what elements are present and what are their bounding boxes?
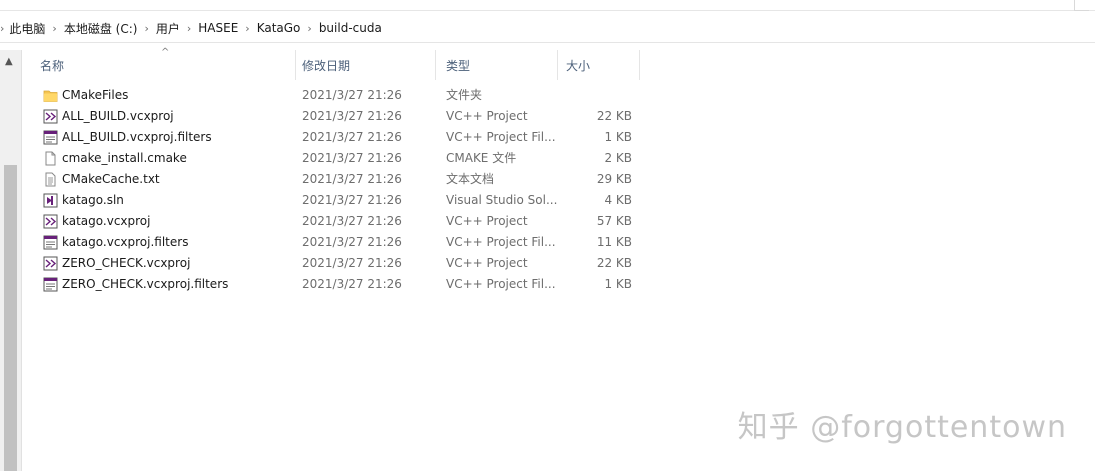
file-type: VC++ Project bbox=[446, 214, 528, 228]
file-row[interactable]: CMakeCache.txt 2021/3/27 21:26 文本文档 29 K… bbox=[30, 169, 640, 190]
breadcrumb-this-pc[interactable]: 此电脑 bbox=[9, 20, 45, 37]
file-size: 57 KB bbox=[596, 214, 632, 228]
file-row[interactable]: katago.sln 2021/3/27 21:26 Visual Studio… bbox=[30, 190, 640, 211]
file-date: 2021/3/27 21:26 bbox=[302, 193, 402, 207]
file-type: CMAKE 文件 bbox=[446, 151, 517, 165]
file-name: cmake_install.cmake bbox=[62, 151, 187, 165]
file-date: 2021/3/27 21:26 bbox=[302, 130, 402, 144]
nav-pane-scrollbar[interactable]: ▲ bbox=[0, 50, 22, 471]
file-size: 1 KB bbox=[604, 277, 632, 291]
file-name: CMakeCache.txt bbox=[62, 172, 160, 186]
file-size: 1 KB bbox=[604, 130, 632, 144]
breadcrumb-hasee[interactable]: HASEE bbox=[198, 21, 238, 35]
file-type: VC++ Project Fil... bbox=[446, 277, 556, 291]
breadcrumb-local-disk[interactable]: 本地磁盘 (C:) bbox=[64, 20, 138, 37]
chevron-right-icon[interactable]: › bbox=[300, 22, 318, 35]
file-row[interactable]: CMakeFiles 2021/3/27 21:26 文件夹 bbox=[30, 85, 640, 106]
breadcrumb-katago[interactable]: KataGo bbox=[257, 21, 301, 35]
blank-file-icon bbox=[45, 151, 56, 166]
file-date: 2021/3/27 21:26 bbox=[302, 109, 402, 123]
file-size: 22 KB bbox=[596, 109, 632, 123]
file-row[interactable]: katago.vcxproj.filters 2021/3/27 21:26 V… bbox=[30, 232, 640, 253]
file-size: 11 KB bbox=[596, 235, 632, 249]
file-name: katago.vcxproj bbox=[62, 214, 151, 228]
file-date: 2021/3/27 21:26 bbox=[302, 235, 402, 249]
file-row[interactable]: cmake_install.cmake 2021/3/27 21:26 CMAK… bbox=[30, 148, 640, 169]
file-name: katago.sln bbox=[62, 193, 124, 207]
file-type: 文本文档 bbox=[446, 172, 495, 186]
breadcrumb-users[interactable]: 用户 bbox=[156, 20, 180, 37]
file-size: 22 KB bbox=[596, 256, 632, 270]
column-header-name-label: 名称 bbox=[40, 58, 65, 73]
vcxproj-icon bbox=[43, 109, 58, 124]
vcxproj-icon bbox=[43, 214, 58, 229]
file-name: ZERO_CHECK.vcxproj bbox=[62, 256, 191, 270]
scrollbar-thumb[interactable] bbox=[4, 165, 17, 471]
address-bar[interactable]: › 此电脑 › 本地磁盘 (C:) › 用户 › HASEE › KataGo … bbox=[0, 14, 1095, 43]
file-type: Visual Studio Sol... bbox=[446, 193, 558, 207]
column-header-size-label: 大小 bbox=[566, 58, 591, 73]
zhihu-watermark: 知乎 @forgottentown bbox=[737, 410, 1067, 445]
text-file-icon bbox=[45, 172, 56, 187]
file-type: VC++ Project Fil... bbox=[446, 130, 556, 144]
folder-icon bbox=[43, 90, 58, 102]
column-header-date-label: 修改日期 bbox=[302, 58, 351, 73]
file-date: 2021/3/27 21:26 bbox=[302, 151, 402, 165]
breadcrumb: › 此电脑 › 本地磁盘 (C:) › 用户 › HASEE › KataGo … bbox=[0, 14, 382, 42]
file-name: ZERO_CHECK.vcxproj.filters bbox=[62, 277, 229, 291]
column-header-size[interactable]: 大小 bbox=[556, 50, 640, 80]
file-date: 2021/3/27 21:26 bbox=[302, 88, 402, 102]
chevron-right-icon[interactable]: › bbox=[238, 22, 256, 35]
file-row[interactable]: ALL_BUILD.vcxproj.filters 2021/3/27 21:2… bbox=[30, 127, 640, 148]
file-name: ALL_BUILD.vcxproj.filters bbox=[62, 130, 212, 144]
file-date: 2021/3/27 21:26 bbox=[302, 277, 402, 291]
file-row[interactable]: ZERO_CHECK.vcxproj 2021/3/27 21:26 VC++ … bbox=[30, 253, 640, 274]
file-type: VC++ Project bbox=[446, 109, 528, 123]
chevron-right-icon[interactable]: › bbox=[0, 22, 9, 35]
vcxproj-icon bbox=[43, 256, 58, 271]
file-date: 2021/3/27 21:26 bbox=[302, 256, 402, 270]
file-row[interactable]: ALL_BUILD.vcxproj 2021/3/27 21:26 VC++ P… bbox=[30, 106, 640, 127]
file-type: VC++ Project Fil... bbox=[446, 235, 556, 249]
filters-icon bbox=[43, 277, 58, 292]
column-header-date[interactable]: 修改日期 bbox=[292, 50, 436, 80]
sln-icon bbox=[43, 193, 58, 208]
column-header-name[interactable]: 名称 bbox=[30, 50, 296, 80]
chevron-right-icon[interactable]: › bbox=[137, 22, 155, 35]
file-date: 2021/3/27 21:26 bbox=[302, 214, 402, 228]
file-size: 4 KB bbox=[604, 193, 632, 207]
file-name: ALL_BUILD.vcxproj bbox=[62, 109, 174, 123]
ribbon-divider bbox=[0, 10, 1095, 11]
chevron-right-icon[interactable]: › bbox=[45, 22, 63, 35]
file-list: CMakeFiles 2021/3/27 21:26 文件夹 ALL_BUILD… bbox=[30, 85, 640, 295]
ribbon-corner bbox=[1074, 0, 1089, 11]
file-row[interactable]: ZERO_CHECK.vcxproj.filters 2021/3/27 21:… bbox=[30, 274, 640, 295]
filters-icon bbox=[43, 235, 58, 250]
file-size: 2 KB bbox=[604, 151, 632, 165]
file-name: katago.vcxproj.filters bbox=[62, 235, 189, 249]
scroll-up-icon[interactable]: ▲ bbox=[5, 56, 13, 67]
file-type: VC++ Project bbox=[446, 256, 528, 270]
column-header-type[interactable]: 类型 bbox=[436, 50, 558, 80]
filters-icon bbox=[43, 130, 58, 145]
file-name: CMakeFiles bbox=[62, 88, 129, 102]
file-row[interactable]: katago.vcxproj 2021/3/27 21:26 VC++ Proj… bbox=[30, 211, 640, 232]
chevron-right-icon[interactable]: › bbox=[180, 22, 198, 35]
file-date: 2021/3/27 21:26 bbox=[302, 172, 402, 186]
file-type: 文件夹 bbox=[446, 88, 483, 102]
file-size: 29 KB bbox=[596, 172, 632, 186]
file-size bbox=[566, 85, 632, 106]
breadcrumb-build-cuda[interactable]: build-cuda bbox=[319, 21, 382, 35]
column-header-type-label: 类型 bbox=[446, 58, 471, 73]
ribbon-edge bbox=[0, 0, 1095, 11]
